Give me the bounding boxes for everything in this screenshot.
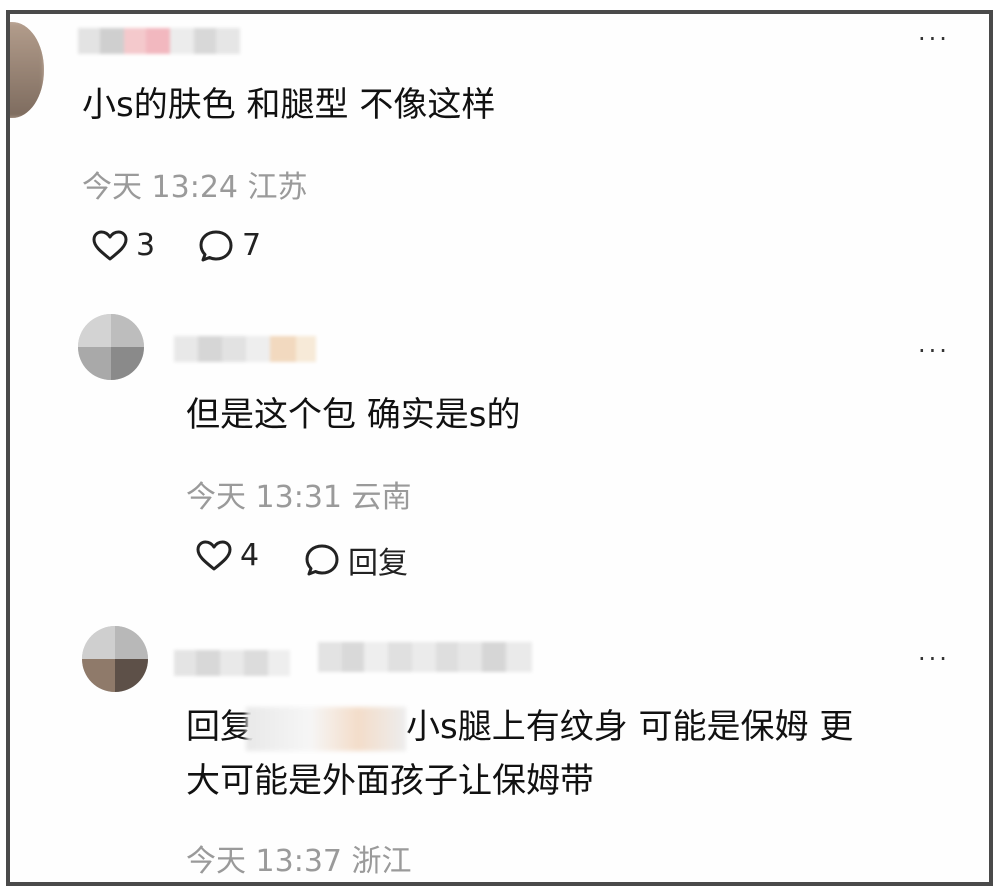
username-blurred[interactable] <box>78 28 240 54</box>
comment-body: 回复 小s腿上有纹身 可能是保姆 更 大可能是外面孩子让保姆带 <box>186 700 976 808</box>
comment-location: 云南 <box>351 480 412 515</box>
reply-button[interactable]: 回复 <box>304 538 408 582</box>
comment-location: 江苏 <box>247 170 308 205</box>
reply-label: 回复 <box>348 546 408 581</box>
reply-prefix: 回复 <box>186 707 254 747</box>
like-count: 3 <box>136 228 156 263</box>
comment-time: 今天 13:37 <box>186 844 342 879</box>
username-blurred[interactable] <box>174 650 290 676</box>
avatar[interactable] <box>10 22 44 118</box>
avatar[interactable] <box>78 314 144 380</box>
more-dots-icon[interactable]: ··· <box>918 647 950 671</box>
reply-count: 7 <box>242 228 262 263</box>
speech-bubble-icon <box>305 544 339 576</box>
comment-body: 但是这个包 确实是s的 <box>186 395 521 435</box>
comment-location: 浙江 <box>351 844 412 879</box>
like-button[interactable]: 3 <box>92 228 155 263</box>
comment-body-line: 回复 小s腿上有纹身 可能是保姆 更 <box>186 700 976 754</box>
comment-time: 今天 13:31 <box>186 480 342 515</box>
subtitle-blurred <box>318 642 532 672</box>
more-dots-icon[interactable]: ··· <box>918 339 950 363</box>
comment-body-line: 大可能是外面孩子让保姆带 <box>186 761 594 801</box>
reply-count-button[interactable]: 7 <box>198 228 261 263</box>
username-blurred[interactable] <box>174 336 316 362</box>
heart-outline-icon <box>92 230 128 260</box>
comment-time: 今天 13:24 <box>82 170 238 205</box>
like-count: 4 <box>240 538 260 573</box>
mentioned-user-blurred[interactable] <box>246 706 406 751</box>
screenshot-frame: ··· 小s的肤色 和腿型 不像这样 今天 13:24 江苏 3 7 ··· 但… <box>6 10 993 886</box>
like-button[interactable]: 4 <box>196 538 259 573</box>
comment-meta: 今天 13:24 江苏 <box>82 162 308 206</box>
comment-meta: 今天 13:31 云南 <box>186 472 412 516</box>
comment-body: 小s的肤色 和腿型 不像这样 <box>82 85 496 125</box>
avatar[interactable] <box>82 626 148 692</box>
more-dots-icon[interactable]: ··· <box>918 27 950 51</box>
comment-meta: 今天 13:37 浙江 <box>186 836 412 880</box>
speech-bubble-icon <box>199 230 233 261</box>
heart-outline-icon <box>196 540 232 570</box>
